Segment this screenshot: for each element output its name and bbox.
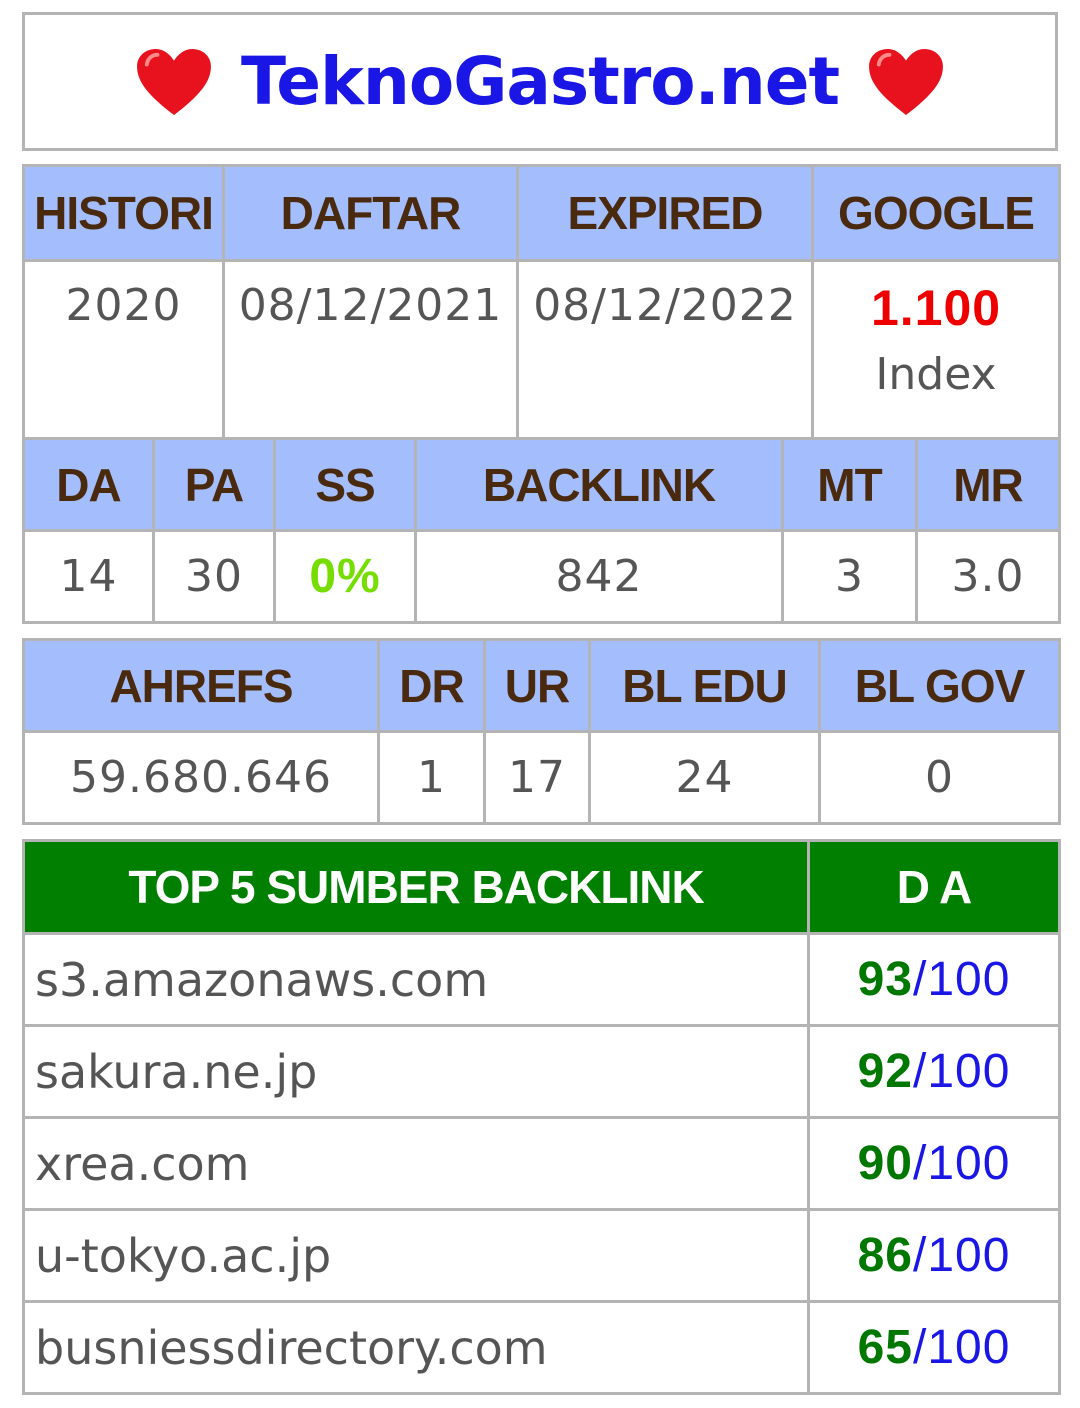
da-value: 14	[22, 529, 155, 624]
header-daftar: DAFTAR	[222, 164, 519, 262]
header-top-sources: TOP 5 SUMBER BACKLINK	[22, 839, 810, 935]
pa-value: 30	[152, 529, 276, 624]
mr-value: 3.0	[915, 529, 1061, 624]
da-score: 90	[857, 1137, 913, 1190]
site-title-banner: TeknoGastro.net	[22, 12, 1058, 151]
da-score: 92	[857, 1045, 913, 1098]
backlink-da: 86/100	[807, 1208, 1061, 1303]
backlink-da: 65/100	[807, 1300, 1061, 1395]
header-google: GOOGLE	[811, 164, 1061, 262]
header-bl-gov: BL GOV	[818, 638, 1061, 733]
backlink-da: 90/100	[807, 1116, 1061, 1211]
table-row: sakura.ne.jp 92/100	[22, 1024, 1061, 1119]
dr-value: 1	[377, 730, 486, 825]
da-separator: /	[912, 953, 928, 1006]
google-index-cell: 1.100 Index	[811, 259, 1061, 443]
header-bl-edu: BL EDU	[588, 638, 821, 733]
ahrefs-value: 59.680.646	[22, 730, 380, 825]
da-score: 86	[857, 1229, 913, 1282]
heart-icon	[869, 48, 943, 115]
summary-table: HISTORI DAFTAR EXPIRED GOOGLE 2020 08/12…	[22, 164, 1061, 443]
histori-value: 2020	[22, 259, 225, 443]
backlink-domain: s3.amazonaws.com	[22, 932, 810, 1027]
bl-gov-value: 0	[818, 730, 1061, 825]
header-dr: DR	[377, 638, 486, 733]
da-separator: /	[912, 1137, 928, 1190]
header-mr: MR	[915, 437, 1061, 532]
backlink-da: 93/100	[807, 932, 1061, 1027]
da-max: 100	[927, 1045, 1011, 1098]
backlink-domain: xrea.com	[22, 1116, 810, 1211]
backlink-value: 842	[414, 529, 784, 624]
header-pa: PA	[152, 437, 276, 532]
table-row: u-tokyo.ac.jp 86/100	[22, 1208, 1061, 1303]
da-max: 100	[927, 1137, 1011, 1190]
backlink-domain: sakura.ne.jp	[22, 1024, 810, 1119]
table-row: s3.amazonaws.com 93/100	[22, 932, 1061, 1027]
table-row: busniessdirectory.com 65/100	[22, 1300, 1061, 1395]
header-mt: MT	[781, 437, 918, 532]
header-ur: UR	[483, 638, 591, 733]
daftar-value: 08/12/2021	[222, 259, 519, 443]
metrics-table: DA PA SS BACKLINK MT MR 14 30 0% 842 3 3…	[22, 437, 1061, 624]
ss-percent: 0%	[309, 550, 381, 603]
header-backlink: BACKLINK	[414, 437, 784, 532]
site-name: TeknoGastro.net	[240, 43, 840, 120]
table-row: xrea.com 90/100	[22, 1116, 1061, 1211]
heart-icon	[137, 48, 211, 115]
header-ahrefs: AHREFS	[22, 638, 380, 733]
mt-value: 3	[781, 529, 918, 624]
header-expired: EXPIRED	[516, 164, 814, 262]
top-backlinks-table: TOP 5 SUMBER BACKLINK D A s3.amazonaws.c…	[22, 839, 1061, 1395]
ss-value: 0%	[273, 529, 417, 624]
header-ss: SS	[273, 437, 417, 532]
da-separator: /	[912, 1229, 928, 1282]
bl-edu-value: 24	[588, 730, 821, 825]
backlink-da: 92/100	[807, 1024, 1061, 1119]
header-histori: HISTORI	[22, 164, 225, 262]
da-score: 93	[857, 953, 913, 1006]
da-separator: /	[912, 1045, 928, 1098]
da-score: 65	[857, 1321, 913, 1374]
ur-value: 17	[483, 730, 591, 825]
backlink-domain: busniessdirectory.com	[22, 1300, 810, 1395]
google-index-label: Index	[875, 349, 997, 400]
header-da: DA	[22, 437, 155, 532]
da-max: 100	[927, 953, 1011, 1006]
da-max: 100	[927, 1321, 1011, 1374]
da-max: 100	[927, 1229, 1011, 1282]
da-separator: /	[912, 1321, 928, 1374]
expired-value: 08/12/2022	[516, 259, 814, 443]
ahrefs-table: AHREFS DR UR BL EDU BL GOV 59.680.646 1 …	[22, 638, 1061, 825]
google-index-value: 1.100	[870, 280, 1002, 336]
header-da-score: D A	[807, 839, 1061, 935]
backlink-domain: u-tokyo.ac.jp	[22, 1208, 810, 1303]
